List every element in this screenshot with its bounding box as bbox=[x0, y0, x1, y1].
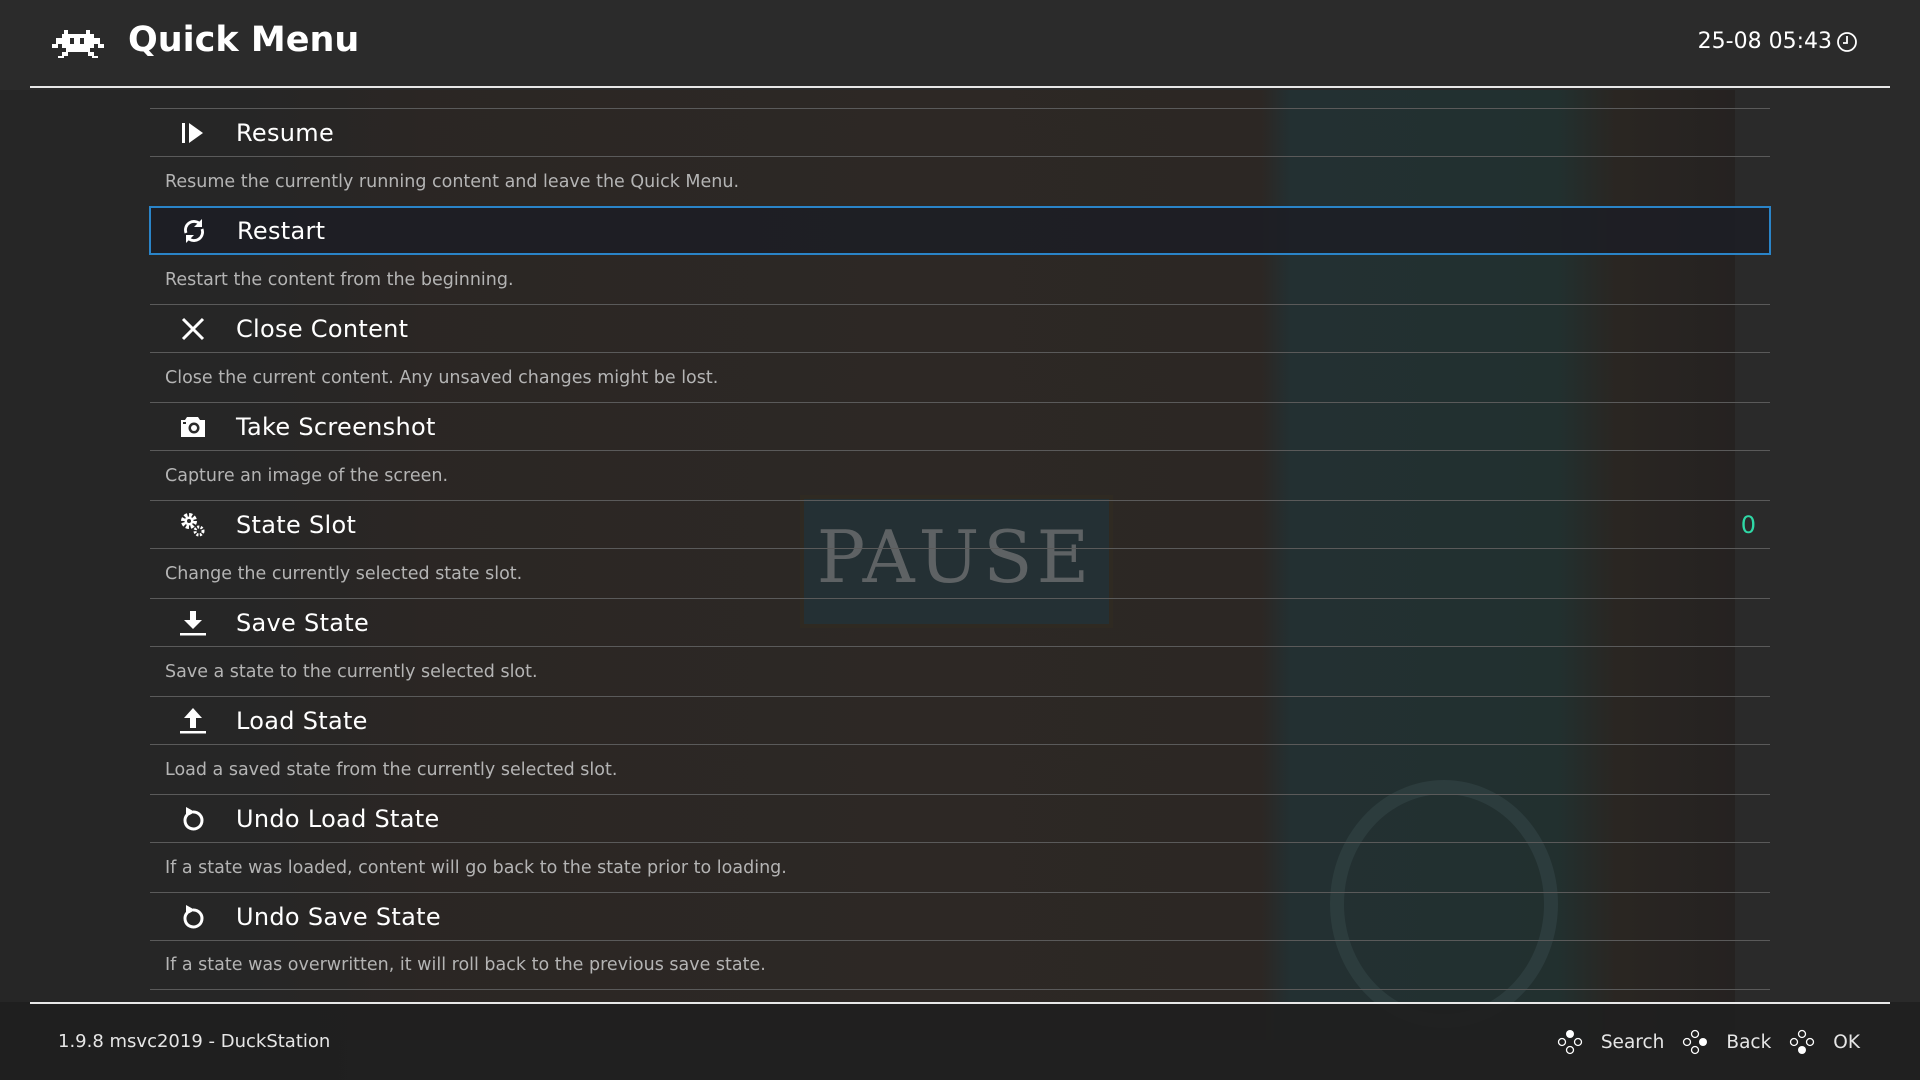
menu-item-load-state[interactable]: Load State bbox=[150, 696, 1770, 745]
menu-item-resume[interactable]: Resume bbox=[150, 108, 1770, 157]
retroarch-logo-icon bbox=[52, 30, 104, 58]
menu-item-take-screenshot[interactable]: Take Screenshot bbox=[150, 402, 1770, 451]
menu-item-save-state[interactable]: Save State bbox=[150, 598, 1770, 647]
version-label: 1.9.8 msvc2019 - DuckStation bbox=[58, 1031, 331, 1052]
restart-icon bbox=[174, 216, 214, 246]
state-slot-value: 0 bbox=[1740, 510, 1756, 539]
menu-item-label: State Slot bbox=[236, 510, 357, 539]
menu-item-description: Load a saved state from the currently se… bbox=[165, 759, 618, 780]
resume-icon bbox=[173, 118, 213, 148]
menu-item-description: Restart the content from the beginning. bbox=[165, 269, 514, 290]
menu-item-restart[interactable]: Restart bbox=[149, 206, 1771, 255]
hint-label: OK bbox=[1833, 1031, 1860, 1053]
menu-item-label: Restart bbox=[237, 216, 326, 245]
menu-item-label: Close Content bbox=[236, 314, 409, 343]
hint-search[interactable]: Search bbox=[1557, 1029, 1665, 1055]
hint-label: Back bbox=[1726, 1031, 1772, 1053]
menu-item-label: Save State bbox=[236, 608, 370, 637]
hint-back[interactable]: Back bbox=[1682, 1029, 1771, 1055]
menu-item-undo-save-state[interactable]: Undo Save State bbox=[150, 892, 1770, 941]
clock: 25-08 05:43 bbox=[1698, 29, 1858, 54]
camera-icon bbox=[173, 412, 213, 442]
undo-icon bbox=[173, 804, 213, 834]
clock-icon bbox=[1837, 31, 1857, 52]
download-icon bbox=[173, 608, 213, 638]
page-title: Quick Menu bbox=[128, 20, 360, 60]
gamepad-top-button-icon bbox=[1557, 1030, 1582, 1055]
menu-item-description: Change the currently selected state slot… bbox=[165, 563, 523, 584]
menu-item-description: If a state was loaded, content will go b… bbox=[165, 857, 787, 878]
menu-item-label: Undo Save State bbox=[236, 902, 441, 931]
gamepad-right-button-icon bbox=[1683, 1029, 1708, 1055]
menu-item-label: Load State bbox=[236, 706, 368, 735]
gears-icon bbox=[173, 510, 213, 540]
upload-icon bbox=[173, 706, 213, 736]
button-hints: Search Back OK bbox=[1539, 1029, 1860, 1055]
menu-item-label: Take Screenshot bbox=[236, 412, 436, 441]
datetime: 25-08 05:43 bbox=[1697, 29, 1832, 54]
header: Quick Menu 25-08 05:43 bbox=[0, 0, 1920, 88]
menu-item-description: Save a state to the currently selected s… bbox=[165, 661, 538, 682]
hint-label: Search bbox=[1600, 1031, 1665, 1053]
menu-item-state-slot[interactable]: State Slot 0 bbox=[150, 500, 1770, 549]
undo-icon bbox=[173, 902, 213, 932]
hint-ok[interactable]: OK bbox=[1789, 1029, 1860, 1055]
menu-item-close-content[interactable]: Close Content bbox=[150, 304, 1770, 353]
close-icon bbox=[173, 314, 213, 344]
menu-item-description: If a state was overwritten, it will roll… bbox=[150, 941, 1770, 990]
header-divider bbox=[30, 86, 1890, 88]
footer: 1.9.8 msvc2019 - DuckStation Search Back… bbox=[0, 1003, 1920, 1080]
menu-item-description: Resume the currently running content and… bbox=[165, 171, 740, 192]
menu-item-undo-load-state[interactable]: Undo Load State bbox=[150, 794, 1770, 843]
menu-item-label: Undo Load State bbox=[236, 804, 440, 833]
menu-item-description: Close the current content. Any unsaved c… bbox=[165, 367, 719, 388]
menu-item-label: Resume bbox=[236, 118, 335, 147]
menu-item-description: Capture an image of the screen. bbox=[165, 465, 449, 486]
quick-menu-list: Resume Resume the currently running cont… bbox=[149, 108, 1771, 990]
gamepad-bottom-button-icon bbox=[1790, 1029, 1815, 1054]
